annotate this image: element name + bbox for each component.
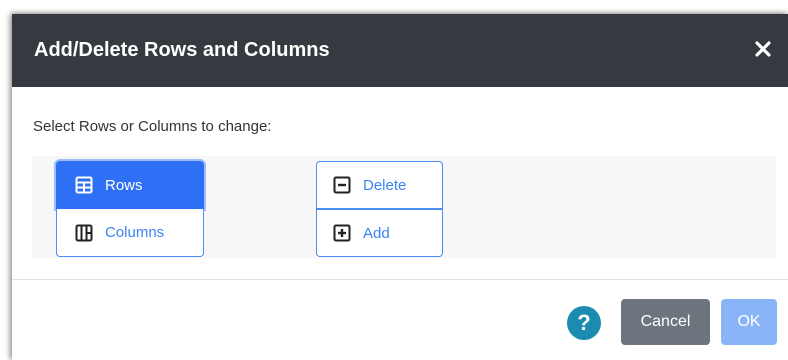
columns-icon (75, 224, 93, 242)
close-icon[interactable] (752, 38, 774, 60)
cancel-button[interactable]: Cancel (621, 299, 710, 345)
instruction-text: Select Rows or Columns to change: (33, 118, 272, 135)
add-option-label: Add (363, 224, 390, 242)
options-panel: Rows Columns Delete Add (32, 156, 776, 258)
rows-option-button[interactable]: Rows (56, 161, 204, 209)
dialog-title: Add/Delete Rows and Columns (34, 39, 330, 61)
add-box-icon (333, 224, 351, 242)
delete-option-label: Delete (363, 176, 407, 194)
rows-option-label: Rows (105, 176, 143, 194)
dialog-header: Add/Delete Rows and Columns (12, 14, 788, 87)
add-delete-rows-columns-dialog: Add/Delete Rows and Columns Select Rows … (12, 14, 788, 360)
delete-option-button[interactable]: Delete (316, 161, 443, 209)
rows-icon (75, 176, 93, 194)
columns-option-button[interactable]: Columns (56, 209, 204, 257)
ok-button[interactable]: OK (721, 299, 777, 345)
help-icon[interactable]: ? (567, 306, 601, 340)
delete-box-icon (333, 176, 351, 194)
add-option-button[interactable]: Add (316, 209, 443, 257)
footer-divider (12, 279, 788, 280)
columns-option-label: Columns (105, 224, 165, 241)
